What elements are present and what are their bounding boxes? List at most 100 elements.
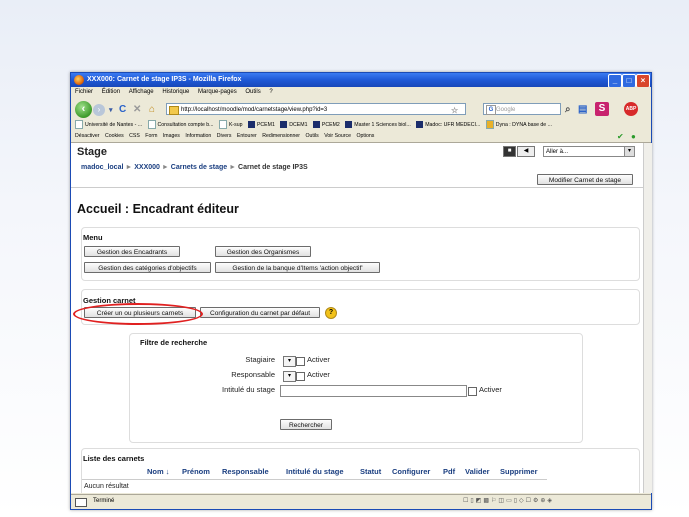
web-developer-toolbar: Désactiver Cookies CSS Form Images Infor… (71, 131, 651, 143)
bookmark-item[interactable]: Madoc: UFR MEDECI... (416, 120, 480, 131)
col-supprimer: Supprimer (500, 467, 538, 476)
filtre-recherche-box: Filtre de recherche Stagiaire ▾ Activer … (129, 333, 583, 443)
page-content: Stage ■ ◀ Aller à... ▾ madoc_local ► XXX… (71, 143, 643, 493)
wd-item[interactable]: Options (356, 131, 374, 142)
prev-activity-button[interactable]: ◀ (517, 146, 535, 157)
gestion-encadrants-button[interactable]: Gestion des Encadrants (84, 246, 180, 257)
gestion-banque-items-button[interactable]: Gestion de la banque d'Items 'action obj… (215, 262, 380, 273)
table-header: Nom ↓ Prénom Responsable Intitulé du sta… (82, 467, 639, 479)
search-icon[interactable]: ⌕ (565, 104, 571, 115)
wd-item[interactable]: Redimensionner (262, 131, 300, 142)
wd-item[interactable]: Entourer (237, 131, 257, 142)
menu-outils[interactable]: Outils (245, 87, 260, 98)
config-carnet-defaut-button[interactable]: Configuration du carnet par défaut (200, 307, 320, 318)
menu-historique[interactable]: Historique (162, 87, 189, 98)
home-icon[interactable]: ⌂ (149, 104, 155, 115)
intitule-activer-checkbox[interactable] (468, 387, 477, 396)
menu-help[interactable]: ? (269, 87, 272, 98)
wd-item[interactable]: Voir Source (324, 131, 351, 142)
s-addon-icon[interactable]: S (595, 102, 609, 116)
intitule-input[interactable] (280, 385, 467, 397)
status-icons: ☐▯◩▩⚐◫▭▯◇☐⚙⊕◈ (463, 498, 555, 504)
firefox-icon (74, 75, 84, 85)
bookmark-item[interactable]: PCEM2 (312, 120, 340, 131)
url-bar[interactable]: http://localhost/moodle/mod/carnetstage/… (166, 103, 466, 115)
col-prenom[interactable]: Prénom (182, 467, 210, 476)
bookmark-item[interactable]: Master 1 Sciences biol... (345, 120, 411, 131)
col-nom[interactable]: Nom ↓ (147, 467, 170, 476)
menu-title: Menu (83, 233, 103, 242)
bookmark-item[interactable]: Dyna : DYNA base de ... (485, 120, 552, 131)
bookmark-item[interactable]: PCEM1 (247, 120, 275, 131)
adblock-icon[interactable]: ABP (624, 102, 638, 116)
wd-item[interactable]: Cookies (105, 131, 124, 142)
stagiaire-activer-label: Activer (307, 355, 330, 364)
rechercher-button[interactable]: Rechercher (280, 419, 332, 430)
menu-affichage[interactable]: Affichage (129, 87, 154, 98)
modify-carnet-button[interactable]: Modifier Carnet de stage (537, 174, 633, 185)
menu-marque-pages[interactable]: Marque-pages (198, 87, 237, 98)
wd-item[interactable]: Outils (305, 131, 318, 142)
bookmark-item[interactable]: DCEM1 (280, 120, 307, 131)
stagiaire-select[interactable]: ▾ (283, 356, 296, 367)
gestion-organismes-button[interactable]: Gestion des Organismes (215, 246, 311, 257)
col-responsable[interactable]: Responsable (222, 467, 269, 476)
menu-bar: Fichier Édition Affichage Historique Mar… (71, 87, 651, 98)
reload-icon[interactable]: C (119, 104, 126, 115)
responsable-select[interactable]: ▾ (283, 371, 296, 382)
chevron-down-icon: ▾ (624, 147, 634, 156)
intitule-activer-label: Activer (479, 385, 502, 394)
breadcrumb: madoc_local ► XXX000 ► Carnets de stage … (81, 164, 308, 171)
bookmark-item[interactable]: K-sup (218, 120, 243, 131)
site-title: Stage (77, 146, 107, 158)
window-title: XXX000: Carnet de stage IP3S - Mozilla F… (87, 76, 242, 83)
wd-item[interactable]: Divers (217, 131, 232, 142)
breadcrumb-madoc[interactable]: madoc_local (81, 164, 123, 171)
breadcrumb-carnets[interactable]: Carnets de stage (171, 164, 227, 171)
col-pdf: Pdf (443, 467, 456, 476)
bookmark-item[interactable]: Consultation compte b... (147, 120, 214, 131)
col-valider: Valider (465, 467, 490, 476)
jump-to-select[interactable]: Aller à... ▾ (543, 146, 635, 157)
divider (71, 187, 643, 188)
addon-icon[interactable]: ▤ (578, 104, 587, 115)
search-input[interactable]: G Google (483, 103, 561, 115)
dropdown-icon[interactable]: ▾ (109, 105, 113, 116)
menu-edition[interactable]: Édition (102, 87, 120, 98)
responsable-activer-label: Activer (307, 370, 330, 379)
status-bar: Terminé ☐▯◩▩⚐◫▭▯◇☐⚙⊕◈ (71, 494, 651, 508)
table-divider (82, 479, 547, 480)
title-bar[interactable]: XXX000: Carnet de stage IP3S - Mozilla F… (71, 73, 651, 88)
back-button[interactable]: ‹ (75, 101, 92, 118)
google-icon: G (486, 105, 496, 115)
col-intitule[interactable]: Intitulé du stage (286, 467, 344, 476)
responsable-activer-checkbox[interactable] (296, 372, 305, 381)
minimize-button[interactable]: _ (608, 74, 622, 88)
maximize-button[interactable]: □ (622, 74, 636, 88)
menu-box: Menu Gestion des Encadrants Gestion des … (81, 227, 640, 281)
wd-item[interactable]: Désactiver (75, 131, 100, 142)
liste-carnets-box: Liste des carnets Nom ↓ Prénom Responsab… (81, 448, 640, 493)
bookmark-star-icon[interactable]: ☆ (451, 105, 458, 116)
intitule-label: Intitulé du stage (222, 385, 275, 394)
vertical-scrollbar[interactable] (643, 143, 652, 493)
gestion-categories-button[interactable]: Gestion des catégories d'objectifs (84, 262, 211, 273)
breadcrumb-course[interactable]: XXX000 (134, 164, 160, 171)
bookmark-item[interactable]: Université de Nantes - ... (75, 120, 142, 131)
forward-button[interactable]: › (93, 104, 105, 116)
status-ok-icon: ● (631, 132, 636, 141)
wd-item[interactable]: CSS (129, 131, 140, 142)
page-favicon (169, 106, 179, 115)
navigation-bar: ‹ › ▾ C ✕ ⌂ http://localhost/moodle/mod/… (71, 98, 651, 120)
menu-fichier[interactable]: Fichier (75, 87, 93, 98)
filtre-title: Filtre de recherche (140, 338, 208, 347)
responsable-label: Responsable (231, 370, 275, 379)
block-toggle-icon[interactable]: ■ (503, 146, 516, 157)
stop-icon[interactable]: ✕ (133, 104, 141, 115)
close-button[interactable]: × (636, 74, 650, 88)
wd-item[interactable]: Images (163, 131, 180, 142)
stagiaire-activer-checkbox[interactable] (296, 357, 305, 366)
wd-item[interactable]: Information (185, 131, 211, 142)
help-icon[interactable]: ? (325, 307, 337, 319)
wd-item[interactable]: Form (145, 131, 157, 142)
